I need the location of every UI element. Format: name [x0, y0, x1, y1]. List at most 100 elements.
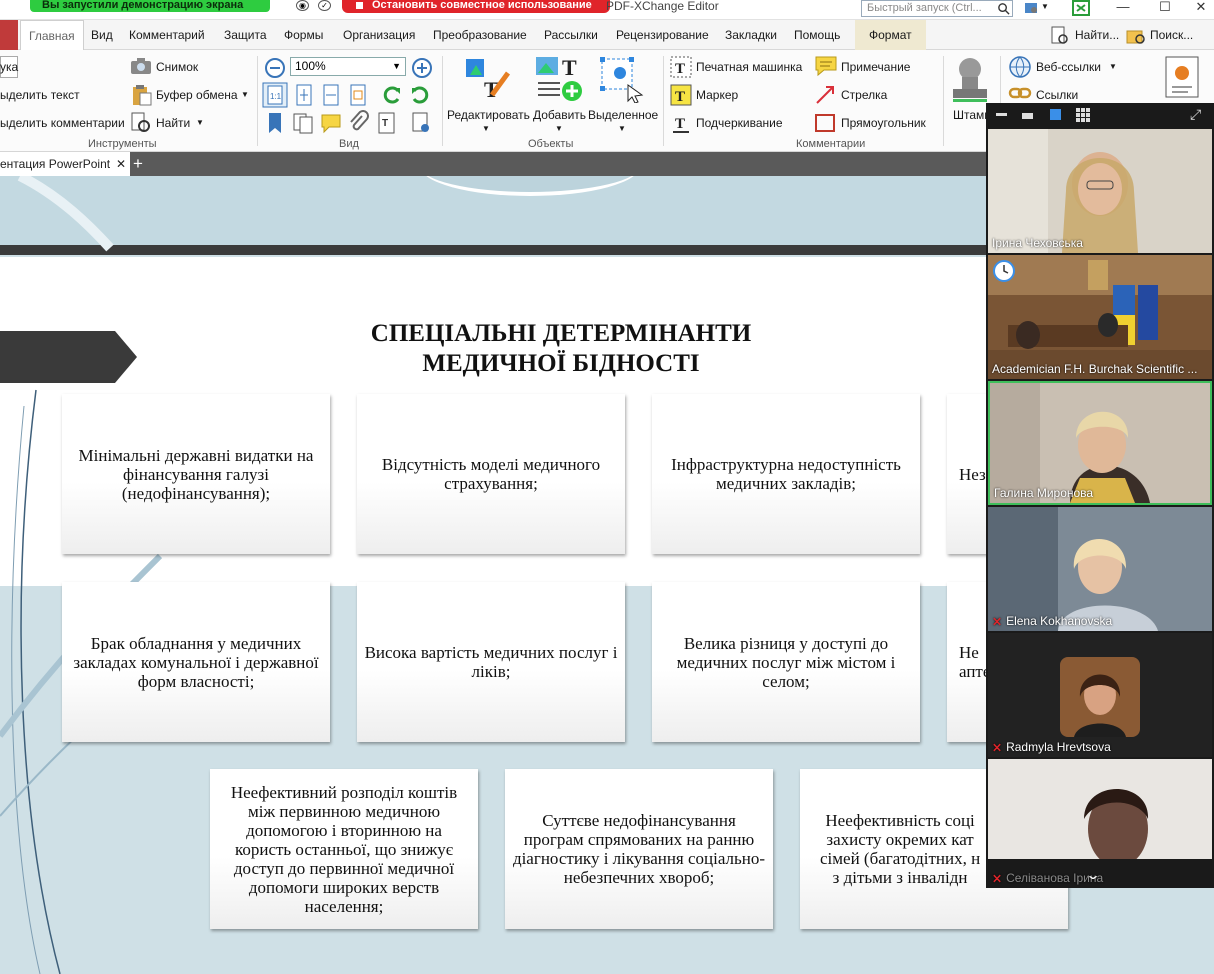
- fit-width-icon[interactable]: [321, 84, 341, 106]
- chevron-down-icon: ▼: [618, 124, 626, 133]
- settings-icon[interactable]: [1023, 0, 1039, 16]
- find-ribbon-button[interactable]: Найти: [156, 116, 190, 130]
- clock-icon: [993, 260, 1015, 282]
- fullscreen-icon[interactable]: [1072, 0, 1090, 16]
- title-arrow-shape: [0, 331, 115, 383]
- close-icon[interactable]: ✕: [116, 152, 126, 176]
- minimize-video-icon[interactable]: [996, 113, 1007, 116]
- group-separator: [442, 56, 443, 146]
- participant-video-active-speaker[interactable]: Галина Миронова: [988, 381, 1212, 505]
- determinant-box: Неефективний розподіл коштів між первинн…: [210, 769, 478, 929]
- edit-icon[interactable]: T: [462, 55, 512, 103]
- title-bar: Вы запустили демонстрацию экрана ◉ ✓ Ост…: [0, 0, 1214, 20]
- web-links-button[interactable]: Веб-ссылки: [1036, 60, 1101, 74]
- objects-group-label: Объекты: [528, 138, 574, 150]
- stop-share-button[interactable]: Остановить совместное использование: [342, 0, 610, 13]
- snapshot-button[interactable]: Снимок: [156, 60, 198, 74]
- zoom-in-icon[interactable]: [411, 57, 433, 79]
- participant-video[interactable]: ⨯ Селіванова Ірина ⌄: [988, 759, 1212, 888]
- chevron-down-icon: ▼: [482, 124, 490, 133]
- determinant-box: Брак обладнання у медичних закладах кому…: [62, 582, 330, 742]
- maximize-icon[interactable]: ☐: [1152, 0, 1178, 17]
- svg-text:T: T: [675, 89, 685, 105]
- video-panel-toolbar: ⤢: [986, 103, 1214, 128]
- mic-muted-icon: ⨯: [992, 740, 1003, 754]
- chevron-down-icon[interactable]: ⌄: [1085, 868, 1101, 882]
- marker-button[interactable]: Маркер: [696, 88, 738, 102]
- tab-review[interactable]: Рецензирование: [616, 20, 709, 50]
- stop-icon: [356, 2, 363, 9]
- find-button[interactable]: Найти...: [1075, 20, 1119, 50]
- rectangle-button[interactable]: Прямоугольник: [841, 116, 926, 130]
- fit-visible-icon[interactable]: [348, 84, 368, 106]
- underline-button[interactable]: Подчеркивание: [696, 116, 783, 130]
- tab-comment[interactable]: Комментарий: [129, 20, 205, 50]
- add-icon[interactable]: T: [534, 55, 584, 103]
- edit-button[interactable]: Редактировать: [447, 108, 530, 122]
- svg-text:1:1: 1:1: [270, 92, 282, 101]
- speaker-view-icon[interactable]: [1022, 113, 1033, 119]
- selected-button[interactable]: Выделенное: [588, 108, 658, 122]
- zoom-level-select[interactable]: 100% ▼: [290, 57, 406, 76]
- bookmark-icon[interactable]: [266, 112, 284, 134]
- search-button[interactable]: Поиск...: [1150, 20, 1193, 50]
- tab-organize[interactable]: Организация: [343, 20, 415, 50]
- minimize-icon[interactable]: —: [1110, 0, 1136, 17]
- gallery-view-icon[interactable]: [1076, 108, 1090, 122]
- new-tab-icon[interactable]: +: [131, 153, 145, 175]
- determinant-box: Відсутність моделі медичного страхування…: [357, 394, 625, 554]
- search-icon: [998, 3, 1010, 15]
- clipboard-button[interactable]: Буфер обмена: [156, 88, 238, 102]
- tab-forms[interactable]: Формы: [284, 20, 323, 50]
- tab-mailings[interactable]: Рассылки: [544, 20, 598, 50]
- find-icon[interactable]: [1050, 26, 1070, 46]
- strip-view-icon[interactable]: [1050, 109, 1061, 120]
- participant-video[interactable]: Ірина Чеховська: [988, 129, 1212, 253]
- rotate-right-icon[interactable]: [408, 84, 432, 106]
- note-button[interactable]: Примечание: [841, 60, 910, 74]
- participant-video[interactable]: Academician F.H. Burchak Scientific ...: [988, 255, 1212, 379]
- links-button[interactable]: Ссылки: [1036, 88, 1078, 102]
- chevron-down-icon[interactable]: ▼: [1041, 0, 1049, 14]
- tab-convert[interactable]: Преобразование: [433, 20, 527, 50]
- content-icon[interactable]: T: [376, 112, 398, 134]
- tab-format[interactable]: Формат: [855, 20, 926, 50]
- tab-view[interactable]: Вид: [91, 20, 113, 50]
- select-comments-button[interactable]: ыделить комментарии: [0, 116, 125, 130]
- tab-bookmarks[interactable]: Закладки: [725, 20, 777, 50]
- participant-name: Academician F.H. Burchak Scientific ...: [992, 362, 1198, 376]
- rotate-left-icon[interactable]: [380, 84, 404, 106]
- typewriter-button[interactable]: Печатная машинка: [696, 60, 802, 74]
- stamp-icon[interactable]: [950, 55, 990, 103]
- typewriter-icon: T: [670, 56, 692, 78]
- comments-pane-icon[interactable]: [320, 112, 342, 134]
- certificate-icon[interactable]: [1163, 55, 1201, 99]
- participant-video[interactable]: ⨯ Elena Kokhanovska: [988, 507, 1212, 631]
- pause-share-icon[interactable]: ◉: [296, 0, 309, 11]
- document-tab[interactable]: ентация PowerPoint ✕: [0, 152, 130, 176]
- title-arrow-tip: [115, 331, 137, 383]
- search-folder-icon[interactable]: [1126, 26, 1146, 46]
- file-tab[interactable]: [0, 20, 18, 50]
- selected-object-icon[interactable]: [598, 55, 646, 103]
- expand-icon[interactable]: ⤢: [1190, 106, 1201, 123]
- zoom-out-icon[interactable]: [264, 57, 286, 79]
- security-icon[interactable]: ✓: [318, 0, 331, 11]
- close-icon[interactable]: ✕: [1188, 0, 1214, 17]
- add-button[interactable]: Добавить: [533, 108, 586, 122]
- fit-page-icon[interactable]: [294, 84, 314, 106]
- participant-avatar: [1060, 657, 1140, 737]
- determinant-box: Висока вартість медичних послуг і ліків;: [357, 582, 625, 742]
- select-text-button[interactable]: ыделить текст: [0, 88, 80, 102]
- tab-home[interactable]: Главная: [20, 20, 84, 50]
- arrow-button[interactable]: Стрелка: [841, 88, 887, 102]
- participant-video[interactable]: ⨯ Radmyla Hrevtsova: [988, 633, 1212, 757]
- tab-protect[interactable]: Защита: [224, 20, 267, 50]
- actual-size-icon[interactable]: 1:1: [262, 82, 288, 108]
- hand-tool-label: ука: [0, 60, 19, 74]
- document-properties-icon[interactable]: [410, 112, 432, 134]
- attachment-icon[interactable]: [347, 110, 369, 134]
- pages-icon[interactable]: [292, 112, 314, 134]
- quick-launch-input[interactable]: Быстрый запуск (Ctrl...: [861, 0, 1013, 17]
- tab-help[interactable]: Помощь: [794, 20, 840, 50]
